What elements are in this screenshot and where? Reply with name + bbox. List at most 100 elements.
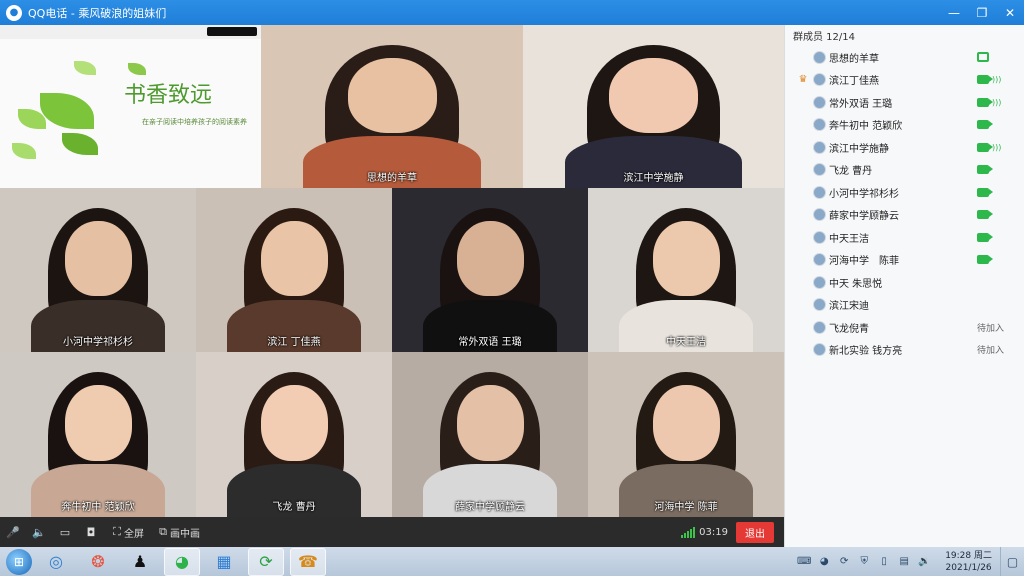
qq-icon[interactable]: ♟: [122, 548, 158, 576]
face: [609, 57, 698, 133]
face: [652, 220, 720, 296]
windows-taskbar: ⊞ ◎ ❂ ♟ ◕ ▦ ⟳ ☎ ⌨ ◕ ⟳ ⛨ ▯ ▤ 🔉 19:28 周二 2…: [0, 547, 1024, 576]
tiles-app-icon[interactable]: ▦: [206, 548, 242, 576]
keyboard-icon[interactable]: ⌨: [797, 555, 811, 569]
minimize-button[interactable]: —: [940, 0, 968, 25]
signal-bar: [681, 535, 684, 538]
member-row[interactable]: 滨江中学施静))): [785, 136, 1024, 158]
video-tile[interactable]: 飞龙 曹丹: [196, 352, 392, 517]
avatar: [813, 230, 826, 244]
system-clock[interactable]: 19:28 周二 2021/1/26: [945, 550, 992, 574]
leaf-decoration: [62, 133, 98, 155]
signal-bar: [690, 529, 693, 538]
member-name: 飞龙 曹丹: [829, 166, 873, 177]
member-row[interactable]: 常外双语 王璐))): [785, 91, 1024, 113]
video-tile[interactable]: 滨江中学施静: [523, 25, 784, 188]
sync-tray-icon[interactable]: ⟳: [837, 555, 851, 569]
participant-name: 常外双语 王璐: [458, 337, 522, 348]
member-row[interactable]: ♛ 滨江丁佳燕))): [785, 69, 1024, 91]
member-name: 思想的羊草: [829, 53, 879, 65]
camera-on-icon: [977, 232, 993, 242]
leaf-decoration: [128, 63, 146, 75]
search-app-icon[interactable]: ◎: [38, 548, 74, 576]
member-row[interactable]: 飞龙倪青 待加入: [785, 316, 1024, 338]
wechat-icon[interactable]: ◕: [164, 547, 200, 576]
member-row[interactable]: 河海中学 陈菲: [785, 249, 1024, 271]
member-name: 小河中学祁杉杉: [829, 188, 899, 200]
shared-slide-tile[interactable]: 书香致远 在亲子阅读中培养孩子的阅读素养: [0, 25, 261, 188]
video-tile[interactable]: 小河中学祁杉杉: [0, 188, 196, 352]
speaking-icon: ))): [992, 75, 1002, 84]
member-row[interactable]: 中天王洁: [785, 226, 1024, 248]
video-tile[interactable]: 思想的羊草: [261, 25, 523, 188]
face: [347, 57, 437, 133]
screen-share-button[interactable]: ▭: [52, 517, 78, 547]
qq-call-window: ● QQ电话 - 乘风破浪的姐妹们 — ❐ ✕ 书香致远 在亲子阅读中培养孩子的…: [0, 0, 1024, 547]
volume-icon[interactable]: 🔉: [917, 555, 931, 569]
member-row[interactable]: 小河中学祁杉杉: [785, 181, 1024, 203]
qq-call-icon[interactable]: ☎: [290, 547, 326, 576]
camera-on-icon: [977, 120, 993, 129]
fullscreen-icon: ⛶: [113, 525, 121, 538]
video-tile[interactable]: 滨江 丁佳燕: [196, 188, 392, 352]
pip-label: 画中画: [170, 528, 200, 540]
video-tile[interactable]: 常外双语 王璐: [392, 188, 588, 352]
camera-on-icon: [977, 142, 993, 152]
speaking-icon: ))): [992, 97, 1002, 107]
title-separator: -: [70, 6, 75, 20]
call-toolbar: 🎤 🔈 ▭ ◘ ⛶ 全屏 ⧉ 画中画 03:19 退出: [0, 517, 784, 547]
member-row[interactable]: 新北实验 钱方亮 待加入: [785, 339, 1024, 361]
video-tile[interactable]: 奔牛初中 范颖欣: [0, 352, 196, 517]
avatar: [813, 50, 826, 64]
camera-on-icon: [977, 255, 993, 264]
maximize-button[interactable]: ❐: [968, 0, 996, 25]
member-row[interactable]: 飞龙 曹丹: [785, 159, 1024, 181]
network-icon[interactable]: ▤: [897, 555, 911, 569]
participant-name: 飞龙 曹丹: [272, 502, 316, 513]
avatar: [813, 208, 826, 221]
mic-button[interactable]: 🎤: [0, 517, 26, 547]
face: [456, 385, 524, 461]
close-button[interactable]: ✕: [996, 0, 1024, 25]
shield-icon[interactable]: ⛨: [857, 555, 871, 569]
member-name: 河海中学 陈菲: [829, 256, 899, 267]
member-name: 薛家中学顾静云: [829, 211, 899, 222]
member-name: 常外双语 王璐: [829, 98, 893, 110]
battery-icon[interactable]: ▯: [877, 555, 891, 569]
signal-strength-icon: [681, 526, 696, 538]
member-row[interactable]: 滨江宋迪: [785, 294, 1024, 316]
participant-name: 薛家中学顾静云: [455, 502, 525, 513]
pip-button[interactable]: ⧉ 画中画: [150, 517, 206, 547]
microphone-icon: 🎤: [6, 525, 20, 539]
member-row[interactable]: 中天 朱思悦: [785, 271, 1024, 293]
participant-name: 中天王洁: [666, 337, 706, 348]
video-tile[interactable]: 薛家中学顾静云: [392, 352, 588, 517]
clock-time: 19:28 周二: [945, 550, 992, 561]
member-name: 中天王洁: [829, 233, 869, 245]
show-desktop-button[interactable]: ▢: [1000, 547, 1024, 576]
speaker-button[interactable]: 🔈: [26, 517, 52, 547]
system-tray: ⌨ ◕ ⟳ ⛨ ▯ ▤ 🔉 19:28 周二 2021/1/26 ▢: [797, 547, 1024, 576]
member-row[interactable]: 思想的羊草: [785, 46, 1024, 68]
avatar: [813, 253, 826, 266]
camera-on-icon: [977, 210, 993, 219]
avatar: [813, 95, 826, 109]
leave-button[interactable]: 退出: [736, 521, 774, 543]
fullscreen-button[interactable]: ⛶ 全屏: [104, 517, 150, 547]
browser-icon[interactable]: ❂: [80, 548, 116, 576]
slide-subtitle: 在亲子阅读中培养孩子的阅读素养: [142, 118, 247, 126]
video-tile[interactable]: 河海中学 陈菲: [588, 352, 784, 517]
member-row[interactable]: 奔牛初中 范颖欣: [785, 114, 1024, 136]
video-tile[interactable]: 中天王洁: [588, 188, 784, 352]
member-name: 中天 朱思悦: [829, 278, 883, 290]
pip-icon: ⧉: [159, 525, 167, 538]
wechat-tray-icon[interactable]: ◕: [817, 555, 831, 569]
participant-name: 奔牛初中 范颖欣: [61, 502, 135, 513]
start-button[interactable]: ⊞: [6, 548, 32, 575]
sync-app-icon[interactable]: ⟳: [248, 547, 284, 576]
avatar: [813, 343, 826, 356]
camera-button[interactable]: ◘: [78, 517, 104, 547]
member-row[interactable]: 薛家中学顾静云: [785, 204, 1024, 226]
host-crown-icon: ♛: [798, 74, 808, 85]
slide-title: 书香致远: [124, 83, 213, 108]
